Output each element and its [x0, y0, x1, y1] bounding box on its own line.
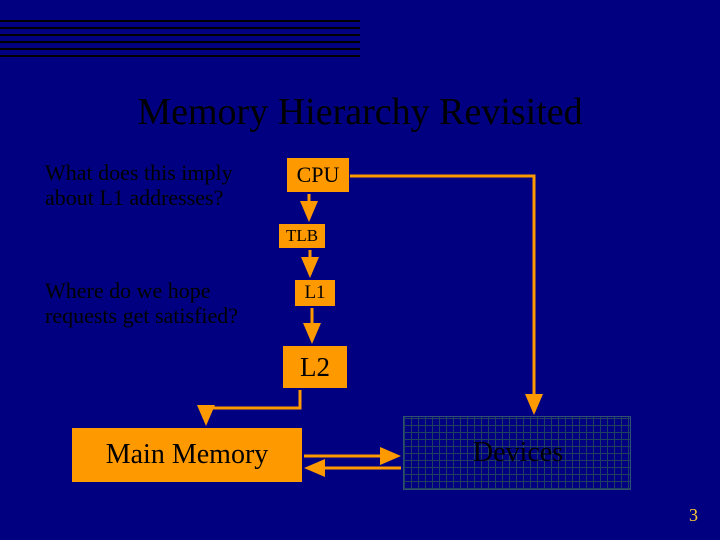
cpu-box: CPU [287, 158, 349, 192]
main-memory-box: Main Memory [72, 428, 302, 482]
page-number: 3 [689, 505, 698, 526]
l2-cache-box: L2 [283, 346, 347, 388]
l1-cache-box: L1 [295, 280, 335, 306]
devices-label: Devices [438, 432, 598, 474]
tlb-box: TLB [279, 224, 325, 248]
